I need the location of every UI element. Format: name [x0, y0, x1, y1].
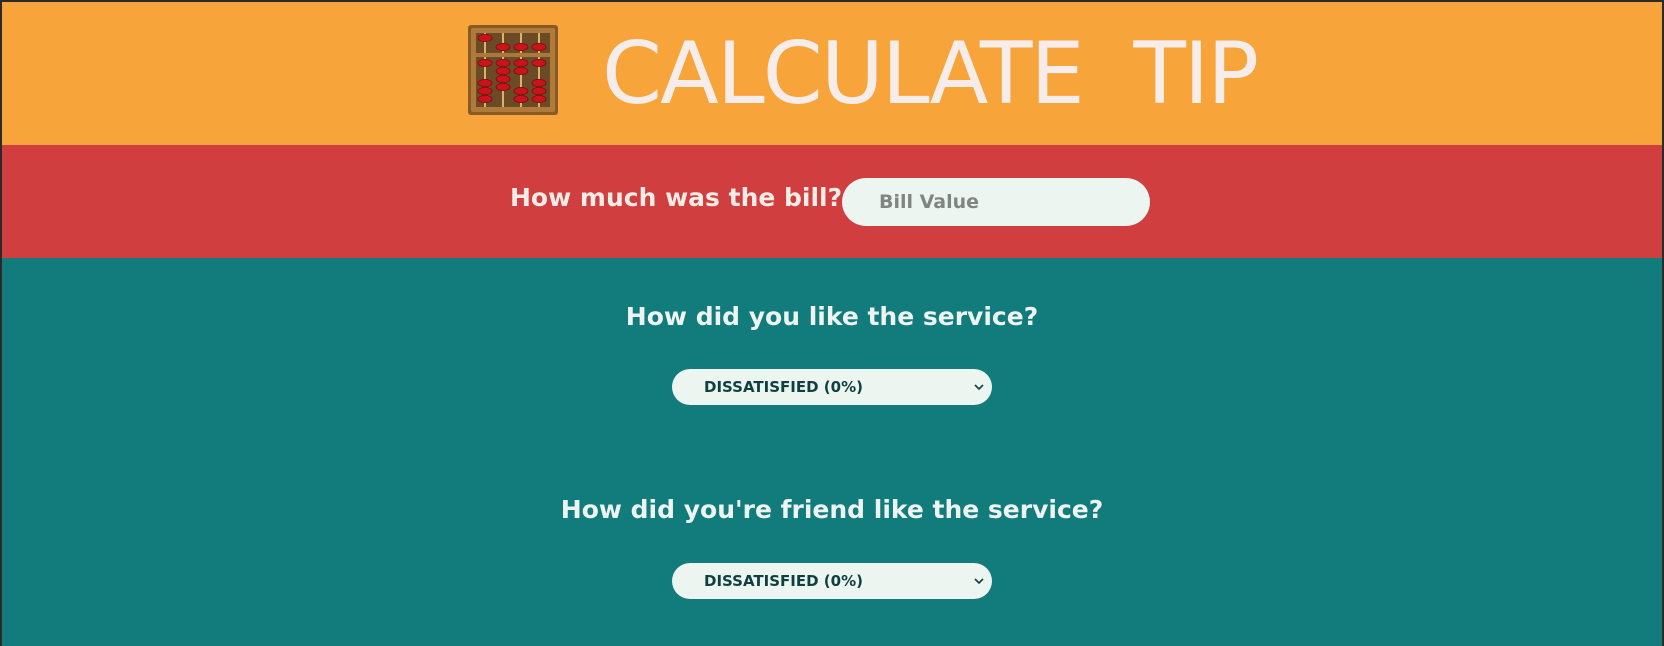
chevron-down-icon — [974, 578, 984, 585]
header: CALCULATE TIP — [2, 2, 1662, 145]
friend-service-question: How did you're friend like the service? — [560, 495, 1104, 524]
page-title: CALCULATE TIP — [602, 24, 1259, 124]
bill-section: How much was the bill? — [2, 145, 1662, 258]
friend-service-rating-select[interactable]: DISSATISFIED (0%) — [672, 563, 992, 599]
service-rating-value: DISSATISFIED (0%) — [704, 378, 863, 396]
bill-value-input[interactable] — [842, 178, 1150, 226]
friend-service-rating-value: DISSATISFIED (0%) — [704, 572, 863, 590]
bill-label: How much was the bill? — [510, 183, 843, 212]
service-rating-select[interactable]: DISSATISFIED (0%) — [672, 369, 992, 405]
service-question: How did you like the service? — [625, 302, 1039, 331]
abacus-icon — [468, 25, 558, 115]
service-section: How did you like the service? DISSATISFI… — [2, 258, 1662, 646]
page: CALCULATE TIP How much was the bill? How… — [2, 2, 1662, 646]
chevron-down-icon — [974, 384, 984, 391]
